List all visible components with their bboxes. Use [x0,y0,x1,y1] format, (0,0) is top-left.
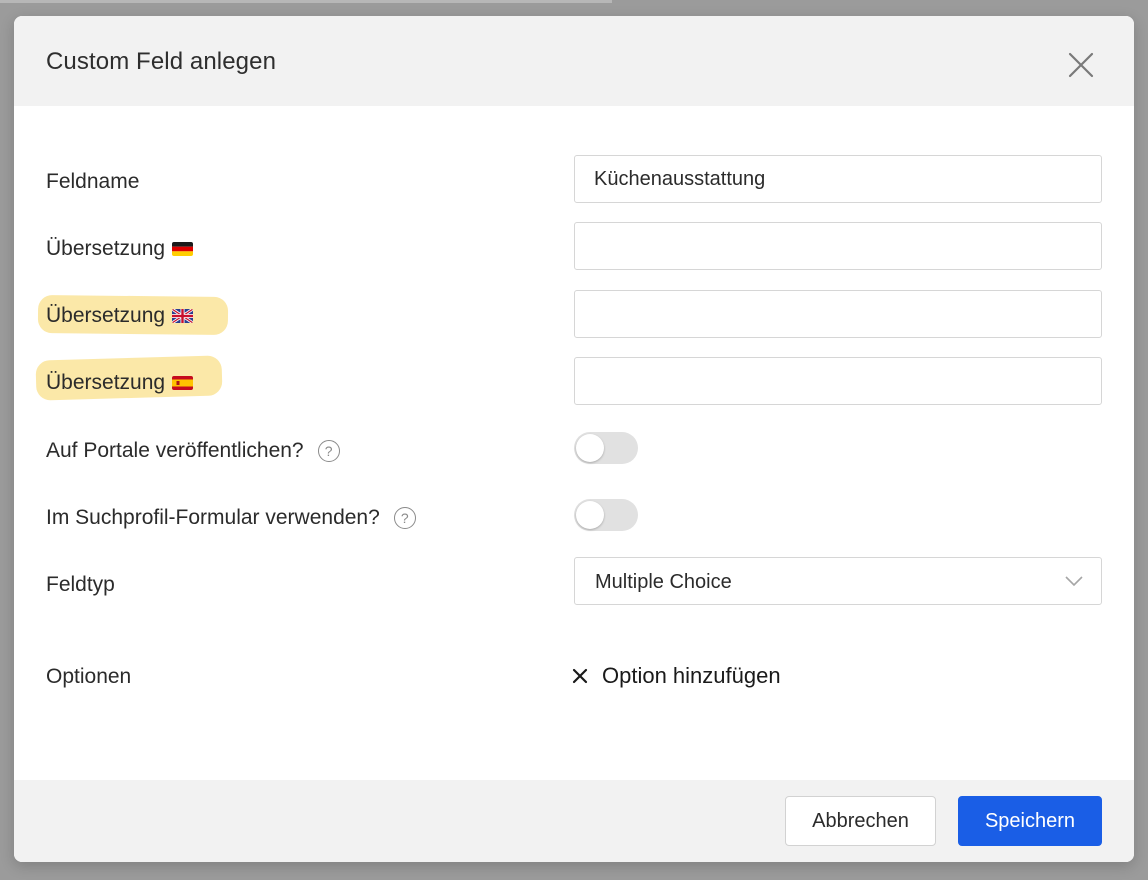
feldname-input[interactable] [574,155,1102,203]
help-icon[interactable]: ? [393,507,416,529]
backdrop [0,0,612,3]
publish-portals-label: Auf Portale veröffentlichen? ? [46,436,340,466]
close-x-icon [572,668,588,684]
chevron-down-icon [1065,576,1083,587]
toggle-knob [576,434,604,462]
options-label: Optionen [46,665,132,688]
translation-de-label: Übersetzung [46,234,194,264]
translation-de-input[interactable] [574,222,1102,270]
add-option-button[interactable]: Option hinzufügen [572,660,781,692]
search-profile-toggle[interactable] [574,499,638,531]
translation-en-input[interactable] [574,290,1102,338]
close-icon [1068,52,1094,78]
publish-portals-toggle[interactable] [574,432,638,464]
translation-es-input[interactable] [574,357,1102,405]
save-button[interactable]: Speichern [958,796,1102,846]
dialog-footer: Abbrechen Speichern [14,780,1134,862]
field-type-select[interactable]: Multiple Choice [574,557,1102,605]
translation-en-label: Übersetzung [46,301,194,331]
custom-field-dialog: Custom Feld anlegen Feldname Übersetzung… [14,16,1134,862]
dialog-header: Custom Feld anlegen [14,16,1134,106]
search-profile-label: Im Suchprofil-Formular verwenden? ? [46,503,416,533]
field-type-value: Multiple Choice [595,571,732,593]
field-type-label: Feldtyp [46,573,115,596]
translation-es-label: Übersetzung [46,368,194,398]
help-icon[interactable]: ? [317,440,340,462]
close-button[interactable] [1066,50,1096,80]
flag-uk-icon [172,309,194,323]
feldname-label: Feldname [46,170,140,193]
flag-de-icon [172,242,194,256]
dialog-title: Custom Feld anlegen [46,48,277,75]
toggle-knob [576,501,604,529]
cancel-button[interactable]: Abbrechen [785,796,936,846]
add-option-label: Option hinzufügen [602,663,781,688]
flag-es-icon [172,376,194,390]
